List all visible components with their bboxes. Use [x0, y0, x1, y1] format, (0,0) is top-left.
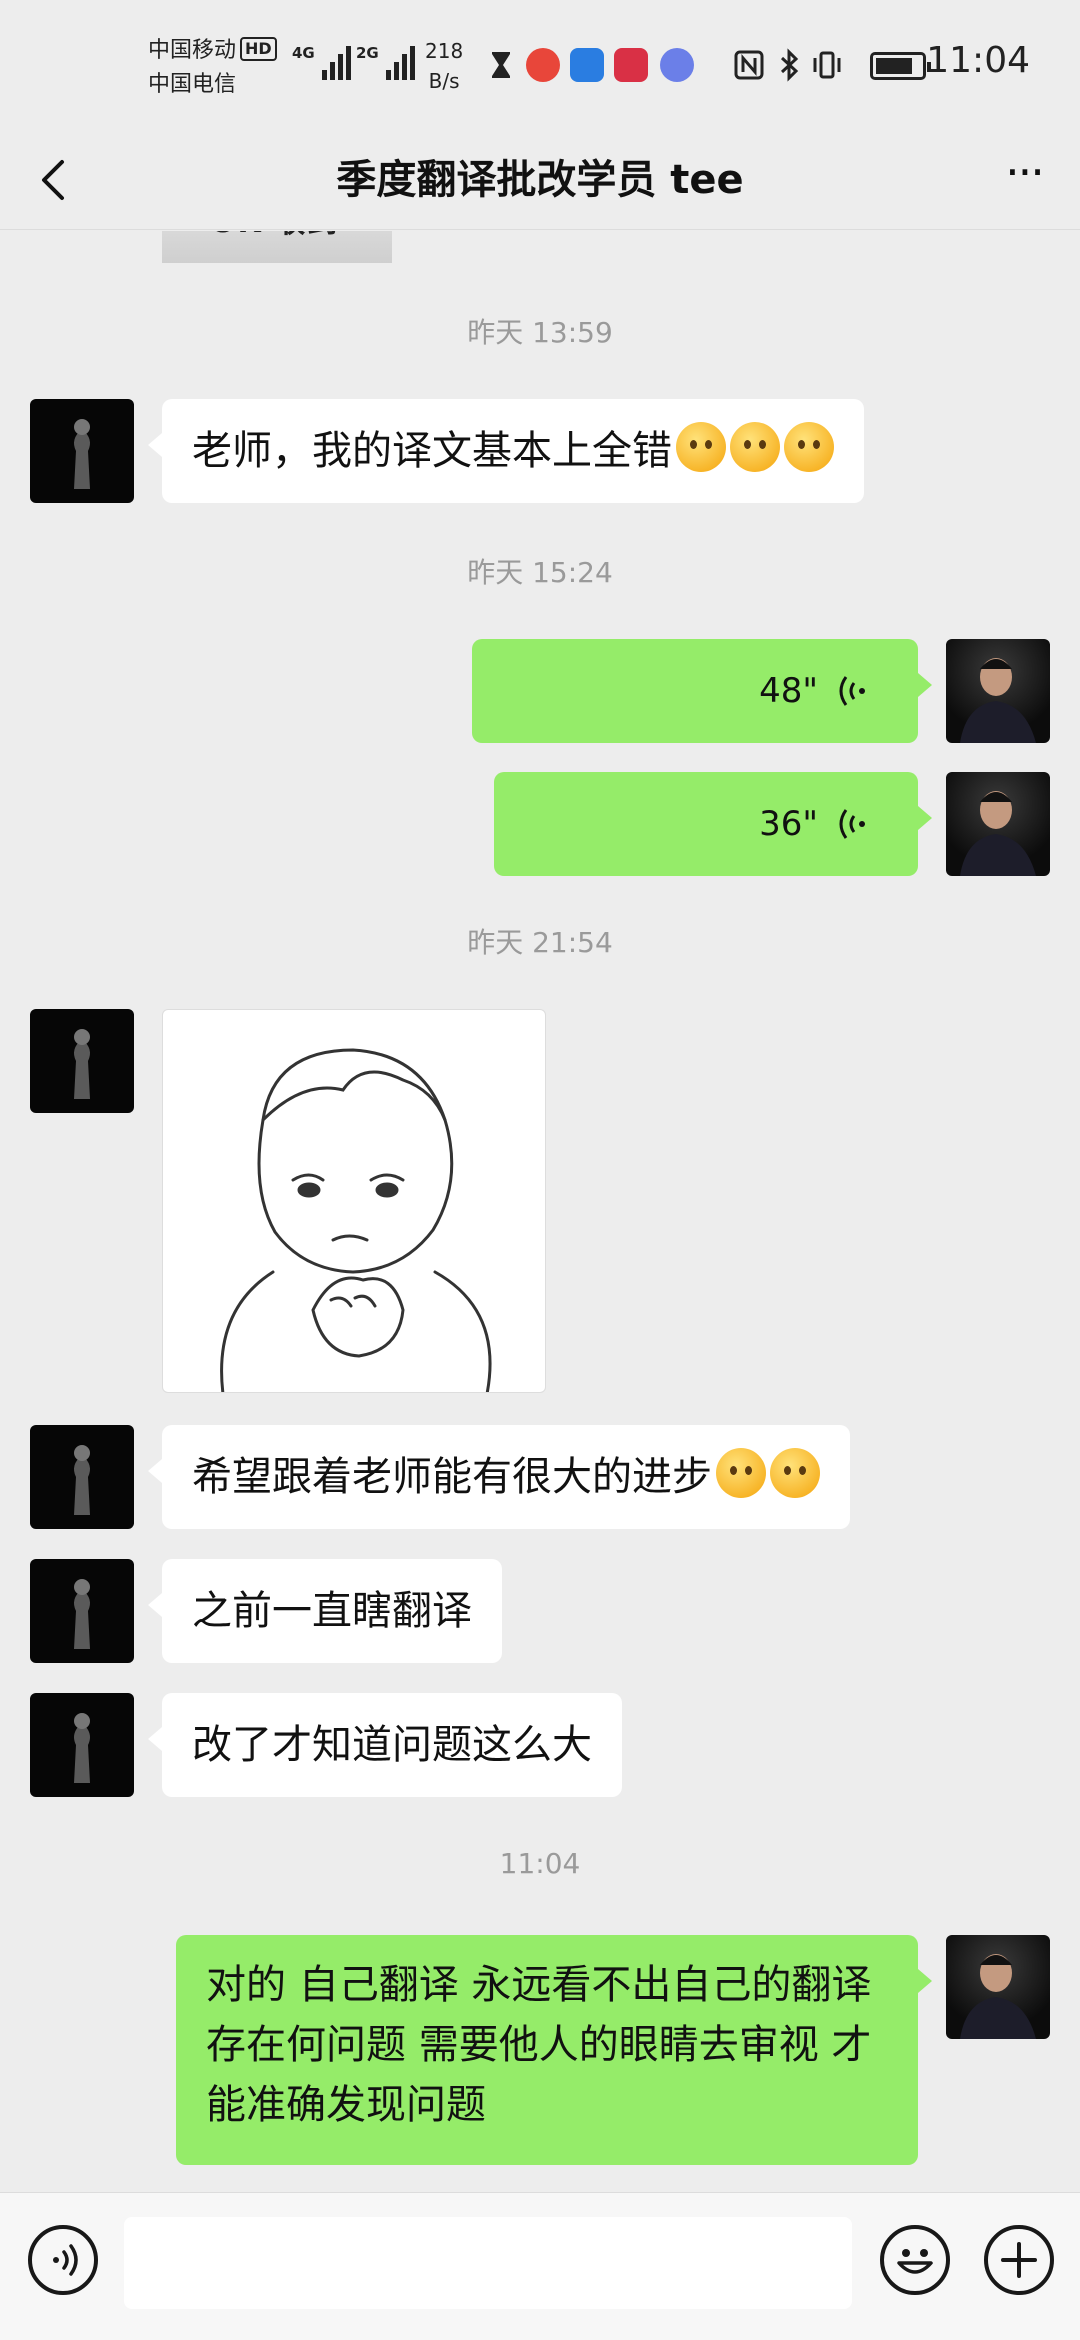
avatar[interactable]: [30, 1009, 134, 1113]
avatar[interactable]: [30, 1559, 134, 1663]
book-app-icon: [614, 48, 648, 82]
message-bubble[interactable]: 改了才知道问题这么大: [148, 1693, 622, 1797]
speed-unit: B/s: [428, 69, 460, 93]
avatar[interactable]: [946, 639, 1050, 743]
voice-wave-icon: [839, 676, 865, 706]
speed-value: 218: [425, 39, 464, 63]
voice-wave-icon: [839, 809, 865, 839]
search-app-icon: [526, 48, 560, 82]
message-bubble[interactable]: 对的 自己翻译 永远看不出自己的翻译存在何问题 需要他人的眼睛去审视 才能准确发…: [176, 1935, 932, 2165]
input-bar: [0, 2192, 1080, 2340]
avatar[interactable]: [30, 1425, 134, 1529]
voice-input-icon[interactable]: [28, 2225, 98, 2295]
status-bar: 中国移动 HD 中国电信 4G 2G 218 B/s 11:04: [0, 0, 1080, 130]
crying-face-emoji: [730, 422, 780, 472]
network-1-label: 4G: [292, 44, 315, 62]
bluetooth-icon: [780, 48, 799, 82]
crying-face-emoji: [784, 422, 834, 472]
cropped-image-text: OK 收到: [210, 231, 339, 241]
chat-header: 季度翻译批改学员 tee ···: [0, 130, 1080, 230]
baby-fist-sticker[interactable]: [162, 1009, 546, 1393]
previous-image-message[interactable]: OK 收到: [162, 231, 392, 263]
voice-duration: 48": [759, 671, 818, 711]
more-options-icon[interactable]: ···: [994, 149, 1054, 210]
nfc-icon: [734, 50, 764, 80]
hd-badge: HD: [240, 37, 277, 61]
vibrate-icon: [813, 51, 841, 79]
timestamp: 昨天 13:59: [467, 316, 613, 349]
emoji-icon[interactable]: [880, 2225, 950, 2295]
plus-icon[interactable]: [984, 2225, 1054, 2295]
timestamp: 昨天 21:54: [467, 926, 613, 959]
voice-duration: 36": [759, 804, 818, 844]
message-bubble[interactable]: 之前一直瞎翻译: [148, 1559, 502, 1663]
network-2-label: 2G: [356, 44, 379, 62]
smiling-face-emoji: [770, 1448, 820, 1498]
message-text: 之前一直瞎翻译: [192, 1588, 472, 1634]
message-bubble[interactable]: 老师，我的译文基本上全错: [148, 399, 864, 503]
carrier-2: 中国电信: [148, 72, 237, 97]
avatar[interactable]: [946, 772, 1050, 876]
app-icon: [570, 48, 604, 82]
message-text: 改了才知道问题这么大: [192, 1722, 592, 1768]
timestamp: 昨天 15:24: [467, 556, 613, 589]
music-icon: [660, 48, 694, 82]
message-text: 希望跟着老师能有很大的进步: [192, 1454, 712, 1500]
avatar[interactable]: [946, 1935, 1050, 2039]
network-speed: 218 B/s: [425, 36, 463, 96]
message-bubble[interactable]: 希望跟着老师能有很大的进步: [148, 1425, 850, 1529]
timestamp: 11:04: [499, 1847, 581, 1880]
avatar[interactable]: [30, 399, 134, 503]
carrier-info: 中国移动 HD 中国电信: [148, 34, 277, 102]
message-text: 对的 自己翻译 永远看不出自己的翻译存在何问题 需要他人的眼睛去审视 才能准确发…: [206, 1962, 872, 2128]
message-list[interactable]: OK 收到 昨天 13:59 老师，我的译文基本上全错 昨天 15:24 48"…: [0, 231, 1080, 2191]
hourglass-icon: [492, 52, 510, 78]
carrier-1: 中国移动: [148, 38, 237, 63]
chat-title: 季度翻译批改学员 tee: [336, 157, 744, 203]
voice-message[interactable]: 48": [472, 639, 932, 743]
flushed-face-emoji: [676, 422, 726, 472]
avatar[interactable]: [30, 1693, 134, 1797]
battery-icon: [870, 52, 931, 80]
message-text: 老师，我的译文基本上全错: [192, 428, 672, 474]
message-input[interactable]: [124, 2217, 852, 2309]
voice-message[interactable]: 36": [494, 772, 932, 876]
clock: 11:04: [926, 40, 1030, 81]
crying-face-emoji: [716, 1448, 766, 1498]
